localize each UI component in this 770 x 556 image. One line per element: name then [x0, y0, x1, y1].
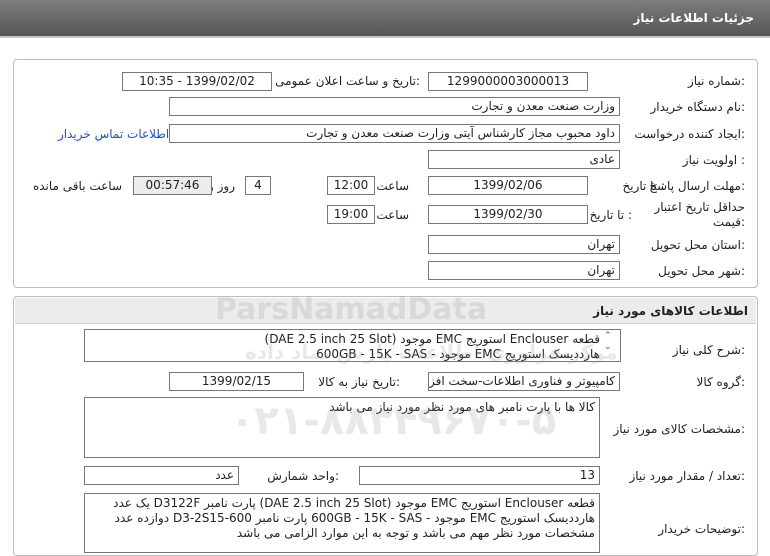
- announce-date-field[interactable]: 1399/02/02 - 10:35: [122, 72, 272, 91]
- price-validity-label: حداقل تاریخ اعتبار قیمت:: [654, 200, 745, 229]
- spec-label: مشخصات کالای مورد نیاز:: [613, 422, 745, 436]
- days-remaining-field: 4: [245, 176, 271, 195]
- summary-textarea[interactable]: قطعه Enclouser استوریج EMC موجود (DAE 2.…: [84, 329, 621, 362]
- time-remaining-label: ساعت باقی مانده: [32, 179, 122, 193]
- unit-label: واحد شمارش:: [267, 469, 339, 483]
- goods-panel-header: اطلاعات کالاهای مورد نیاز: [15, 298, 756, 324]
- goods-group-label: گروه کالا:: [696, 375, 746, 389]
- delivery-city-label: شهر محل تحویل:: [658, 264, 745, 278]
- summary-line: هارددیسک استوریج EMC موجود - 600GB - 15K…: [316, 347, 600, 361]
- buyer-org-label: نام دستگاه خریدار:: [650, 100, 746, 114]
- priority-label: اولویت نیاز :: [682, 153, 745, 167]
- reply-to-date-label: تا تاریخ :: [622, 179, 665, 193]
- spec-text: کالا ها با پارت نامبر های مورد نظر مورد …: [329, 400, 595, 414]
- summary-label: شرح کلی نیاز:: [672, 343, 745, 357]
- days-label: روز و: [208, 179, 235, 193]
- buyer-org-field[interactable]: وزارت صنعت معدن و تجارت: [169, 97, 620, 116]
- price-validity-hour-label: ساعت: [376, 208, 409, 222]
- creator-field[interactable]: داود محبوب مجاز کارشناس آیتی وزارت صنعت …: [169, 124, 620, 143]
- qty-label: تعداد / مقدار مورد نیاز:: [629, 469, 745, 483]
- announce-date-label: تاریخ و ساعت اعلان عمومی:: [275, 74, 420, 88]
- need-number-field[interactable]: 1299000003000013: [428, 72, 588, 91]
- goods-info-panel: اطلاعات کالاهای مورد نیاز شرح کلی نیاز: …: [13, 296, 758, 556]
- qty-field[interactable]: 13: [359, 466, 600, 485]
- delivery-city-field[interactable]: تهران: [428, 261, 620, 280]
- goods-panel-title: اطلاعات کالاهای مورد نیاز: [593, 304, 748, 318]
- need-number-label: شماره نیاز:: [687, 74, 745, 88]
- reply-time-field[interactable]: 12:00: [327, 176, 375, 195]
- price-validity-date-field[interactable]: 1399/02/30: [428, 205, 588, 224]
- spec-textarea[interactable]: کالا ها با پارت نامبر های مورد نظر مورد …: [84, 397, 600, 458]
- price-validity-time-field[interactable]: 19:00: [327, 205, 375, 224]
- buyer-notes-textarea[interactable]: قطعه Enclouser استوریج EMC موجود (DAE 2.…: [84, 493, 600, 553]
- page-header-bar: جزئیات اطلاعات نیاز: [0, 0, 770, 38]
- page-title: جزئیات اطلاعات نیاز: [633, 11, 754, 25]
- creator-label: ایجاد کننده درخواست:: [634, 127, 745, 141]
- unit-field[interactable]: عدد: [84, 466, 239, 485]
- delivery-province-label: استان محل تحویل:: [650, 238, 745, 252]
- buyer-notes-label: توضیحات خریدار:: [658, 522, 745, 536]
- reply-hour-label: ساعت: [376, 179, 409, 193]
- buyer-notes-line: مشخصات مورد نظر مهم می باشد و توجه به ای…: [236, 526, 595, 540]
- scroll-down-icon[interactable]: ⌄: [604, 342, 612, 352]
- need-date-label: تاریخ نیاز به کالا:: [318, 375, 400, 389]
- need-date-field[interactable]: 1399/02/15: [169, 372, 304, 391]
- buyer-notes-line: قطعه Enclouser استوریج EMC موجود (DAE 2.…: [113, 496, 595, 510]
- delivery-province-field[interactable]: تهران: [428, 235, 620, 254]
- goods-group-field[interactable]: کامپیوتر و فناوری اطلاعات-سخت افزار: [428, 372, 620, 391]
- summary-line: قطعه Enclouser استوریج EMC موجود (DAE 2.…: [264, 332, 600, 346]
- time-remaining-field: 00:57:46: [133, 176, 212, 195]
- scroll-up-icon[interactable]: ⌃: [604, 331, 612, 341]
- buyer-notes-line: هارددیسک استوریج EMC موجود - 600GB - 15K…: [114, 511, 595, 525]
- price-to-date-label: تا تاریخ :: [589, 208, 632, 222]
- need-info-panel: شماره نیاز: 1299000003000013 تاریخ و ساع…: [13, 59, 758, 288]
- priority-field[interactable]: عادی: [428, 150, 620, 169]
- reply-date-field[interactable]: 1399/02/06: [428, 176, 588, 195]
- buyer-contact-link[interactable]: اطلاعات تماس خریدار: [58, 127, 169, 141]
